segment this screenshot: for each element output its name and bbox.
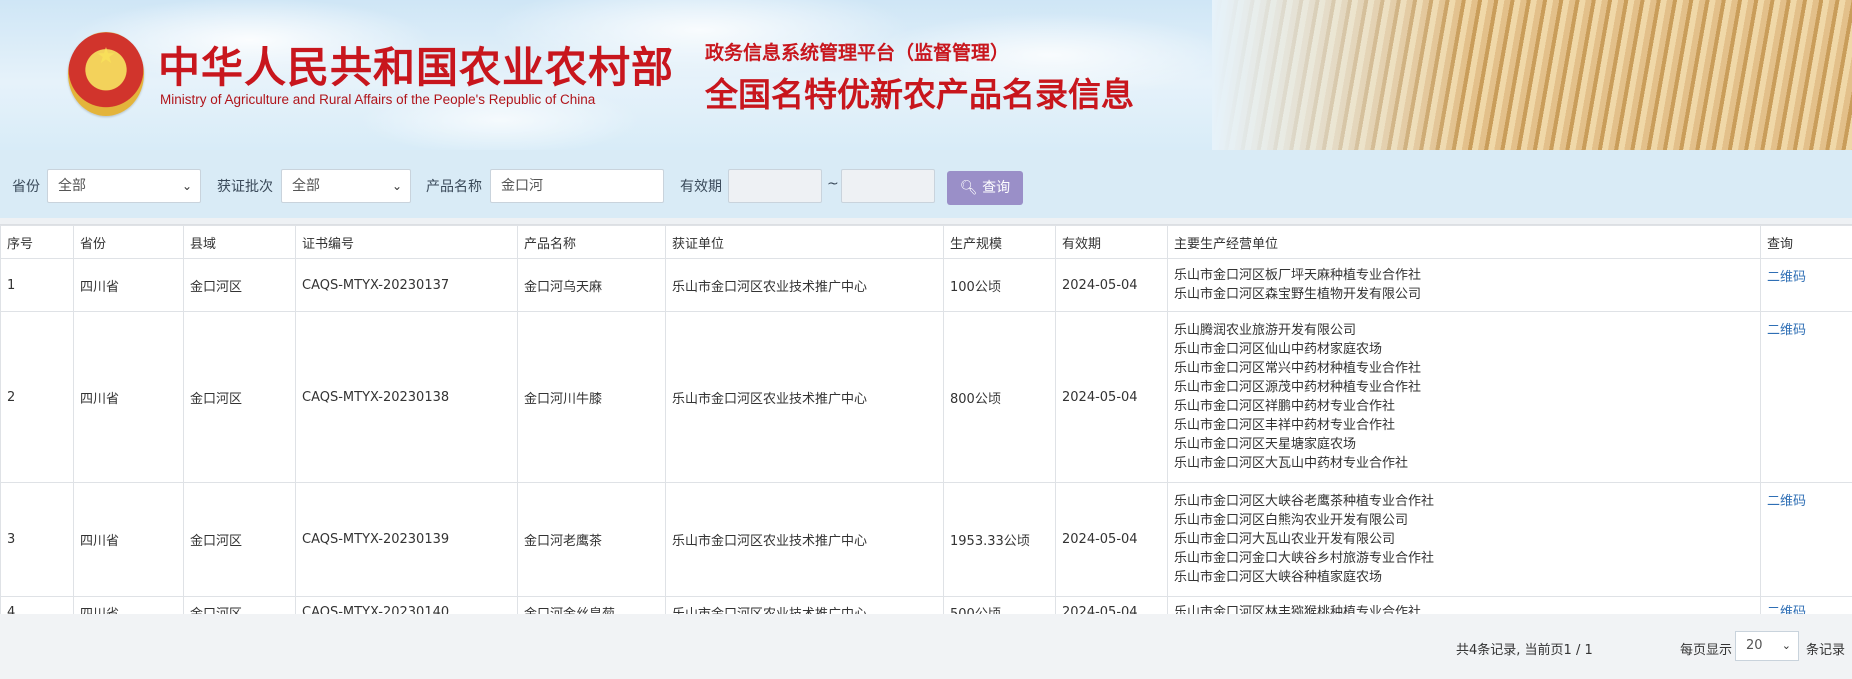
cell-scale: 800公顷 xyxy=(943,311,1056,483)
col-header-cert: 证书编号 xyxy=(295,225,518,259)
unit-item: 乐山市金口河区板厂坪天麻种植专业合作社 xyxy=(1174,268,1422,283)
product-name-value: 金口河 xyxy=(501,178,543,194)
cell-units: 乐山腾润农业旅游开发有限公司 乐山市金口河区仙山中药材家庭农场 乐山市金口河区常… xyxy=(1167,311,1761,483)
col-header-query: 查询 xyxy=(1760,225,1852,259)
cell-county: 金口河区 xyxy=(183,258,296,312)
unit-item: 乐山市金口河区大峡谷种植家庭农场 xyxy=(1174,570,1383,585)
unit-item: 乐山市金口河金口大峡谷乡村旅游专业合作社 xyxy=(1174,551,1435,566)
cell-query: 二维码 xyxy=(1760,258,1852,312)
cell-query: 二维码 xyxy=(1760,482,1852,597)
col-header-scale: 生产规模 xyxy=(943,225,1056,259)
per-page-unit: 条记录 xyxy=(1806,643,1846,658)
qr-code-link[interactable]: 二维码 xyxy=(1767,270,1806,285)
unit-item: 乐山市金口河区仙山中药材家庭农场 xyxy=(1174,342,1383,357)
col-header-no: 序号 xyxy=(0,225,74,259)
national-emblem-icon: ★ xyxy=(68,32,144,116)
results-table: 序号 省份 县域 证书编号 产品名称 获证单位 生产规模 有效期 主要生产经营单… xyxy=(0,225,1852,628)
cell-units: 乐山市金口河区大峡谷老鹰茶种植专业合作社 乐山市金口河区白熊沟农业开发有限公司 … xyxy=(1167,482,1761,597)
cell-units: 乐山市金口河区板厂坪天麻种植专业合作社 乐山市金口河区森宝野生植物开发有限公司 xyxy=(1167,258,1761,312)
query-button[interactable]: 🔍︎ 查询 xyxy=(947,171,1023,205)
batch-select-value: 全部 xyxy=(292,178,320,194)
table-header-row: 序号 省份 县域 证书编号 产品名称 获证单位 生产规模 有效期 主要生产经营单… xyxy=(0,225,1852,259)
unit-item: 乐山市金口河区大峡谷老鹰茶种植专业合作社 xyxy=(1174,494,1435,509)
cell-cert: CAQS-MTYX-20230137 xyxy=(295,258,518,312)
banner-wheat-image xyxy=(1212,0,1852,150)
cell-cert: CAQS-MTYX-20230139 xyxy=(295,482,518,597)
chevron-down-icon: ⌄ xyxy=(1781,639,1791,652)
cell-province: 四川省 xyxy=(73,258,184,312)
unit-item: 乐山市金口河区祥鹏中药材专业合作社 xyxy=(1174,399,1396,414)
unit-item: 乐山市金口河区丰祥中药材专业合作社 xyxy=(1174,418,1396,433)
cell-no: 2 xyxy=(0,311,74,483)
cell-scale: 1953.33公顷 xyxy=(943,482,1056,597)
batch-select[interactable]: 全部 ⌄ xyxy=(281,169,411,203)
cell-valid: 2024-05-04 xyxy=(1055,258,1168,312)
search-icon: 🔍︎ xyxy=(959,180,978,196)
cell-org: 乐山市金口河区农业技术推广中心 xyxy=(665,258,944,312)
pagination-footer: 共4条记录, 当前页1 / 1 每页显示 20 ⌄ 条记录 xyxy=(0,614,1852,679)
col-header-units: 主要生产经营单位 xyxy=(1167,225,1761,259)
validity-end-input[interactable] xyxy=(841,169,935,203)
col-header-county: 县域 xyxy=(183,225,296,259)
unit-item: 乐山市金口河区白熊沟农业开发有限公司 xyxy=(1174,513,1409,528)
per-page-select[interactable]: 20 ⌄ xyxy=(1735,631,1799,661)
cell-query: 二维码 xyxy=(1760,311,1852,483)
date-separator: ~ xyxy=(827,176,839,192)
per-page-label: 每页显示 xyxy=(1680,643,1733,658)
cell-county: 金口河区 xyxy=(183,482,296,597)
batch-label: 获证批次 xyxy=(217,179,273,195)
cell-product: 金口河老鹰茶 xyxy=(517,482,666,597)
unit-item: 乐山市金口河区大瓦山中药材专业合作社 xyxy=(1174,456,1409,471)
system-title: 政务信息系统管理平台（监督管理） xyxy=(705,42,1010,64)
cell-scale: 100公顷 xyxy=(943,258,1056,312)
unit-item: 乐山市金口河区森宝野生植物开发有限公司 xyxy=(1174,287,1422,302)
cell-no: 1 xyxy=(0,258,74,312)
validity-start-input[interactable] xyxy=(728,169,822,203)
product-name-label: 产品名称 xyxy=(426,179,482,195)
table-row: 3 四川省 金口河区 CAQS-MTYX-20230139 金口河老鹰茶 乐山市… xyxy=(0,482,1852,597)
col-header-product: 产品名称 xyxy=(517,225,666,259)
product-name-input[interactable]: 金口河 xyxy=(490,169,664,203)
cell-province: 四川省 xyxy=(73,311,184,483)
unit-item: 乐山市金口河大瓦山农业开发有限公司 xyxy=(1174,532,1396,547)
chevron-down-icon: ⌄ xyxy=(391,179,402,193)
unit-item: 乐山腾润农业旅游开发有限公司 xyxy=(1174,323,1357,338)
province-select[interactable]: 全部 ⌄ xyxy=(47,169,201,203)
per-page-value: 20 xyxy=(1746,638,1763,653)
ministry-name-cn: 中华人民共和国农业农村部 xyxy=(158,43,675,92)
table-row: 2 四川省 金口河区 CAQS-MTYX-20230138 金口河川牛膝 乐山市… xyxy=(0,311,1852,483)
cell-province: 四川省 xyxy=(73,482,184,597)
cell-no: 3 xyxy=(0,482,74,597)
cell-product: 金口河川牛膝 xyxy=(517,311,666,483)
cell-product: 金口河乌天麻 xyxy=(517,258,666,312)
table-row: 1 四川省 金口河区 CAQS-MTYX-20230137 金口河乌天麻 乐山市… xyxy=(0,258,1852,312)
validity-label: 有效期 xyxy=(680,179,722,195)
header-banner: ★ 中华人民共和国农业农村部 Ministry of Agriculture a… xyxy=(0,0,1852,150)
col-header-org: 获证单位 xyxy=(665,225,944,259)
cell-county: 金口河区 xyxy=(183,311,296,483)
query-button-label: 查询 xyxy=(982,180,1011,196)
province-label: 省份 xyxy=(12,179,40,195)
unit-item: 乐山市金口河区源茂中药材种植专业合作社 xyxy=(1174,380,1422,395)
qr-code-link[interactable]: 二维码 xyxy=(1767,323,1806,338)
pagination-summary: 共4条记录, 当前页1 / 1 xyxy=(1456,643,1593,658)
filter-bar: 省份 全部 ⌄ 获证批次 全部 ⌄ 产品名称 金口河 有效期 ~ xyxy=(0,150,1852,218)
qr-code-link[interactable]: 二维码 xyxy=(1767,494,1806,509)
chevron-down-icon: ⌄ xyxy=(181,179,192,193)
cell-valid: 2024-05-04 xyxy=(1055,482,1168,597)
cell-org: 乐山市金口河区农业技术推广中心 xyxy=(665,311,944,483)
col-header-province: 省份 xyxy=(73,225,184,259)
page-title: 全国名特优新农产品名录信息 xyxy=(705,75,1134,114)
province-select-value: 全部 xyxy=(58,178,86,194)
cell-cert: CAQS-MTYX-20230138 xyxy=(295,311,518,483)
ministry-name-en: Ministry of Agriculture and Rural Affair… xyxy=(160,92,596,107)
cell-org: 乐山市金口河区农业技术推广中心 xyxy=(665,482,944,597)
cell-valid: 2024-05-04 xyxy=(1055,311,1168,483)
unit-item: 乐山市金口河区常兴中药材种植专业合作社 xyxy=(1174,361,1422,376)
unit-item: 乐山市金口河区天星塘家庭农场 xyxy=(1174,437,1357,452)
col-header-valid: 有效期 xyxy=(1055,225,1168,259)
results-table-container: 序号 省份 县域 证书编号 产品名称 获证单位 生产规模 有效期 主要生产经营单… xyxy=(0,224,1852,628)
